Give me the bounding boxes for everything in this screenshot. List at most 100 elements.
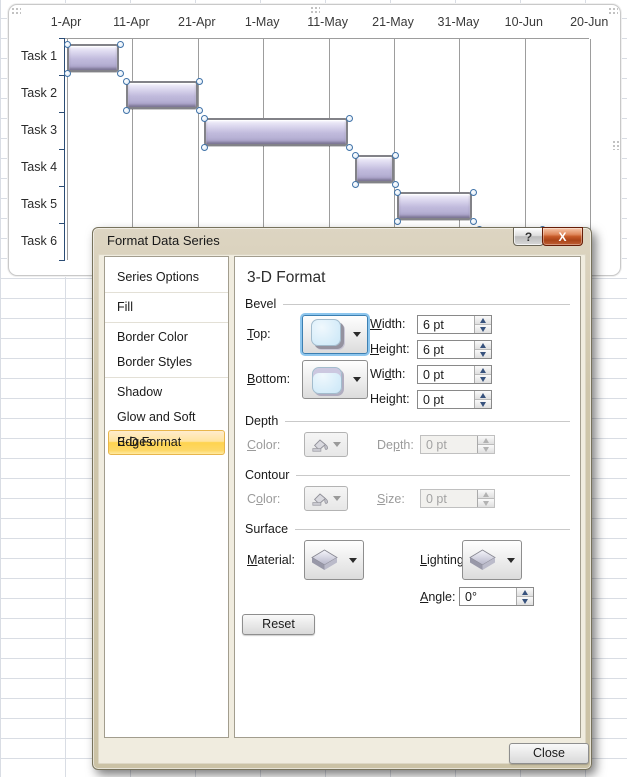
selection-handle[interactable] (117, 41, 124, 48)
contour-color-dropdown (304, 486, 348, 511)
selection-handle[interactable] (64, 41, 71, 48)
spin-up-button[interactable] (475, 391, 491, 399)
bottom-height-spinner[interactable]: 0 pt (417, 390, 492, 409)
sidebar-item-series-options[interactable]: Series Options (105, 265, 228, 290)
chart-grip-right-center[interactable] (612, 140, 619, 150)
sidebar-item-fill[interactable]: Fill (105, 295, 228, 320)
spin-down-button[interactable] (475, 374, 491, 383)
spin-down-button[interactable] (475, 349, 491, 358)
selection-handle[interactable] (64, 70, 71, 77)
spin-up-button[interactable] (475, 316, 491, 324)
surface-group-header: Surface (245, 522, 570, 536)
x-axis-tick-label[interactable]: 1-May (245, 15, 280, 29)
bottom-width-spinner[interactable]: 0 pt (417, 365, 492, 384)
selection-handle[interactable] (123, 78, 130, 85)
bottom-height-label: Height: (370, 392, 410, 406)
contour-size-label: Size: (377, 492, 405, 506)
x-axis-tick-label[interactable]: 31-May (438, 15, 480, 29)
selection-handle[interactable] (346, 115, 353, 122)
reset-button[interactable]: Reset (242, 614, 315, 635)
chevron-down-icon (349, 558, 357, 563)
dialog-body: Series Options Fill Border Color Border … (98, 254, 586, 764)
selection-handle[interactable] (201, 144, 208, 151)
y-axis-tick (59, 223, 65, 224)
gantt-bar[interactable] (204, 118, 348, 146)
gantt-bar[interactable] (67, 44, 119, 72)
y-axis-category-label[interactable]: Task 2 (21, 86, 65, 102)
selection-handle[interactable] (352, 152, 359, 159)
selection-handle[interactable] (123, 107, 130, 114)
lighting-dropdown[interactable] (462, 540, 522, 580)
x-axis-tick-label[interactable]: 11-May (307, 15, 348, 29)
x-axis-tick-label[interactable]: 21-May (372, 15, 414, 29)
selection-handle[interactable] (470, 189, 477, 196)
y-axis-category-label[interactable]: Task 5 (21, 197, 65, 213)
bevel-bottom-dropdown[interactable] (302, 360, 368, 399)
chart-grip-top-right[interactable] (608, 7, 618, 14)
selection-handle[interactable] (117, 70, 124, 77)
y-axis-tick (59, 38, 65, 39)
bevel-bottom-preview-icon (312, 367, 342, 394)
material-dropdown[interactable] (304, 540, 364, 580)
x-axis-tick-label[interactable]: 10-Jun (505, 15, 543, 29)
y-axis-category-label[interactable]: Task 4 (21, 160, 65, 176)
sidebar-item-border-styles[interactable]: Border Styles (105, 350, 228, 375)
chevron-down-icon (333, 442, 341, 447)
spin-down-button[interactable] (517, 596, 533, 605)
x-axis-tick-label[interactable]: 20-Jun (570, 15, 608, 29)
spin-up-button[interactable] (475, 341, 491, 349)
sidebar-item-shadow[interactable]: Shadow (105, 380, 228, 405)
x-axis-tick-label[interactable]: 11-Apr (113, 15, 150, 29)
sidebar-item-border-color[interactable]: Border Color (105, 325, 228, 350)
selection-handle[interactable] (346, 144, 353, 151)
chart-grip-top-center[interactable] (310, 6, 320, 13)
angle-spinner[interactable]: 0° (459, 587, 534, 606)
selection-handle[interactable] (394, 189, 401, 196)
bevel-top-preview-icon (311, 319, 341, 346)
paint-bucket-icon (311, 491, 329, 506)
dialog-title: Format Data Series (107, 233, 220, 248)
spin-down-button[interactable] (475, 324, 491, 333)
bevel-top-dropdown[interactable] (302, 315, 368, 354)
selection-handle[interactable] (201, 115, 208, 122)
spin-up-button[interactable] (517, 588, 533, 596)
selection-handle[interactable] (352, 181, 359, 188)
gantt-bar[interactable] (126, 81, 198, 109)
top-height-spinner[interactable]: 6 pt (417, 340, 492, 359)
spin-down-button[interactable] (475, 399, 491, 408)
chevron-down-icon (353, 332, 361, 337)
depth-color-dropdown (304, 432, 348, 457)
selection-handle[interactable] (470, 218, 477, 225)
contour-group-header: Contour (245, 468, 570, 482)
sidebar-separator (105, 377, 228, 378)
selection-handle[interactable] (392, 152, 399, 159)
close-window-button[interactable]: X (542, 227, 583, 246)
lighting-label: Lighting: (420, 553, 467, 567)
bevel-top-label: Top: (247, 327, 271, 341)
dialog-sidebar: Series Options Fill Border Color Border … (104, 256, 229, 738)
y-axis-tick (59, 112, 65, 113)
sidebar-item-3d-format[interactable]: 3-D Format (108, 430, 225, 455)
gantt-bar[interactable] (397, 192, 472, 220)
selection-handle[interactable] (394, 218, 401, 225)
gantt-bar[interactable] (355, 155, 394, 183)
selection-handle[interactable] (392, 181, 399, 188)
top-width-spinner[interactable]: 6 pt (417, 315, 492, 334)
spin-up-button[interactable] (475, 366, 491, 374)
chart-grip-top-left[interactable] (11, 7, 21, 14)
close-button[interactable]: Close (509, 743, 589, 764)
selection-handle[interactable] (196, 107, 203, 114)
sidebar-item-glow-soft-edges[interactable]: Glow and Soft Edges (105, 405, 228, 430)
depth-spinner: 0 pt (420, 435, 495, 454)
x-axis-tick-label[interactable]: 21-Apr (178, 15, 216, 29)
y-axis-tick (59, 149, 65, 150)
y-axis-tick (59, 186, 65, 187)
bottom-width-label: Width: (370, 367, 405, 381)
y-axis-category-label[interactable]: Task 3 (21, 123, 65, 139)
y-axis-category-label[interactable]: Task 1 (21, 49, 65, 65)
close-icon: X (558, 230, 566, 244)
x-axis-tick-label[interactable]: 1-Apr (51, 15, 82, 29)
y-axis-category-label[interactable]: Task 6 (21, 234, 65, 250)
selection-handle[interactable] (196, 78, 203, 85)
help-button[interactable]: ? (513, 227, 544, 246)
